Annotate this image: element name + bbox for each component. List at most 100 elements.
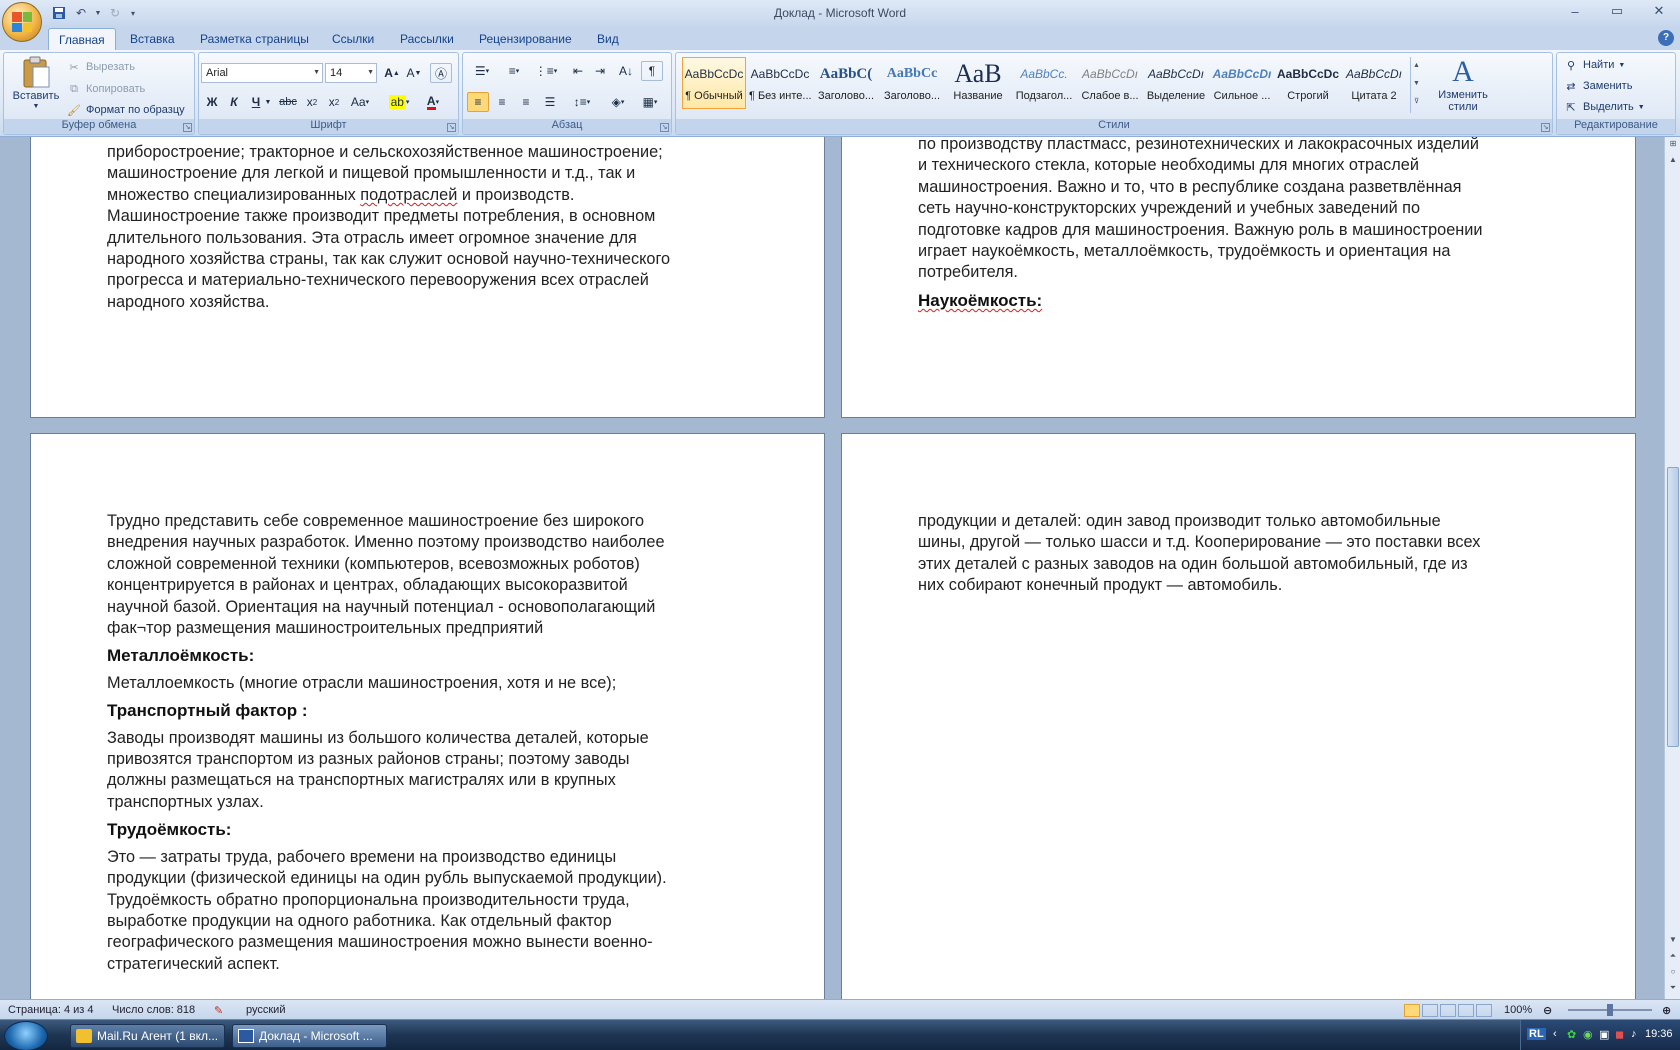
shrink-font-icon[interactable]: A ▼	[403, 63, 425, 83]
volume-icon[interactable]: ♪	[1631, 1028, 1637, 1040]
tab-insert[interactable]: Вставка	[120, 28, 185, 50]
multilevel-list-icon[interactable]: ⋮≡ ▾	[531, 61, 561, 81]
scroll-up-icon[interactable]: ▲	[1667, 155, 1679, 167]
page-indicator[interactable]: Страница: 4 из 4	[8, 1004, 94, 1016]
tray-expand-icon[interactable]: ‹	[1553, 1028, 1557, 1040]
clear-formatting-icon[interactable]: Ⓐ	[430, 63, 452, 83]
page-4[interactable]: продукции и деталей: один завод производ…	[841, 433, 1636, 999]
change-styles-button[interactable]: A Изменить стили	[1428, 55, 1498, 113]
tab-view[interactable]: Вид	[587, 28, 629, 50]
icq-icon[interactable]: ✿	[1567, 1028, 1576, 1041]
font-launcher-icon[interactable]: ↘	[447, 123, 456, 132]
cut-button[interactable]: ✂ Вырезать	[66, 59, 135, 75]
ruler-toggle-icon[interactable]: ⊞	[1667, 139, 1679, 151]
font-name-combo[interactable]: Arial ▼	[201, 63, 323, 83]
sort-icon[interactable]: A↓	[615, 61, 637, 81]
taskbar-item-mailru[interactable]: Mail.Ru Агент (1 вкл...	[70, 1024, 225, 1048]
font-color-icon[interactable]: A ▾	[419, 92, 447, 112]
help-icon[interactable]: ?	[1658, 30, 1674, 46]
style-heading-2[interactable]: AaBbCc Заголово...	[880, 57, 944, 109]
borders-icon[interactable]: ▦ ▾	[635, 92, 665, 112]
page-3[interactable]: Трудно представить себе современное маши…	[30, 433, 825, 999]
numbering-icon[interactable]: ≡ ▾	[499, 61, 529, 81]
scroll-thumb[interactable]	[1667, 467, 1679, 747]
scroll-down-icon[interactable]: ▼	[1667, 935, 1679, 947]
bold-icon[interactable]: Ж	[201, 92, 223, 112]
minimize-button[interactable]: –	[1554, 0, 1596, 22]
format-painter-button[interactable]: 🖌 Формат по образцу	[66, 102, 185, 118]
subscript-icon[interactable]: x2	[301, 92, 323, 112]
zoom-level[interactable]: 100%	[1504, 1004, 1532, 1016]
print-layout-view-icon[interactable]	[1404, 1004, 1420, 1017]
previous-page-icon[interactable]: ⏶	[1667, 951, 1679, 963]
style-quote-2[interactable]: AaBbCcDı Цитата 2	[1342, 57, 1406, 109]
tray-app-icon[interactable]: ◉	[1583, 1028, 1593, 1041]
zoom-in-icon[interactable]: ⊕	[1662, 1004, 1671, 1017]
language-tray-indicator[interactable]: RL	[1527, 1028, 1546, 1040]
font-size-combo[interactable]: 14 ▼	[325, 63, 377, 83]
word-count[interactable]: Число слов: 818	[112, 1004, 195, 1016]
style-intense-emphasis[interactable]: AaBbCcDı Сильное ...	[1210, 57, 1274, 109]
increase-indent-icon[interactable]: ⇥	[589, 61, 611, 81]
align-center-icon[interactable]: ≡	[491, 92, 513, 112]
strikethrough-icon[interactable]: abc	[277, 92, 299, 112]
replace-button[interactable]: ⇄ Заменить	[1563, 78, 1632, 94]
copy-button[interactable]: ⧉ Копировать	[66, 81, 145, 97]
grow-font-icon[interactable]: A ▲	[381, 63, 403, 83]
spelling-check-icon[interactable]: ✎	[214, 1004, 223, 1017]
styles-gallery-scroller[interactable]: ▲ ▼ ⊽	[1410, 57, 1422, 113]
maximize-button[interactable]: ▭	[1596, 0, 1638, 22]
style-no-spacing[interactable]: AaBbCcDc ¶ Без инте...	[748, 57, 812, 109]
paste-button[interactable]: Вставить ▼	[8, 55, 64, 110]
italic-icon[interactable]: К	[223, 92, 245, 112]
zoom-slider[interactable]	[1560, 1004, 1660, 1016]
draft-view-icon[interactable]	[1476, 1004, 1492, 1017]
paragraph-launcher-icon[interactable]: ↘	[660, 123, 669, 132]
vertical-scrollbar[interactable]: ⊞ ▲ ▼ ⏶ ○ ⏷	[1664, 137, 1680, 999]
style-strong[interactable]: AaBbCcDc Строгий	[1276, 57, 1340, 109]
underline-dropdown-icon[interactable]: ▼	[263, 92, 273, 112]
styles-scroll-down-icon[interactable]: ▼	[1411, 75, 1422, 93]
style-subtitle[interactable]: AaBbCc. Подзагол...	[1012, 57, 1076, 109]
select-browse-object-icon[interactable]: ○	[1667, 967, 1679, 979]
bullets-icon[interactable]: ☰ ▾	[467, 61, 497, 81]
document-area[interactable]: приборостроение; тракторное и сельскохоз…	[0, 137, 1664, 999]
styles-launcher-icon[interactable]: ↘	[1541, 123, 1550, 132]
style-subtle-emphasis[interactable]: AaBbCcDı Слабое в...	[1078, 57, 1142, 109]
start-button[interactable]	[4, 1021, 48, 1050]
line-spacing-icon[interactable]: ↕≡ ▾	[567, 92, 597, 112]
select-button[interactable]: ⇱ Выделить ▼	[1563, 99, 1644, 115]
justify-icon[interactable]: ☰	[539, 92, 561, 112]
office-button[interactable]	[2, 2, 42, 42]
tab-review[interactable]: Рецензирование	[469, 28, 582, 50]
align-left-icon[interactable]: ≡	[467, 92, 489, 112]
tab-references[interactable]: Ссылки	[322, 28, 384, 50]
superscript-icon[interactable]: x2	[323, 92, 345, 112]
style-emphasis[interactable]: AaBbCcDı Выделение	[1144, 57, 1208, 109]
align-right-icon[interactable]: ≡	[515, 92, 537, 112]
clock[interactable]: 19:36	[1645, 1028, 1673, 1040]
taskbar-item-word[interactable]: Доклад - Microsoft ...	[232, 1024, 387, 1048]
styles-scroll-up-icon[interactable]: ▲	[1411, 57, 1422, 75]
tray-alert-icon[interactable]: ◼	[1615, 1028, 1624, 1041]
language-indicator[interactable]: русский	[246, 1004, 285, 1016]
close-button[interactable]: ✕	[1638, 0, 1680, 22]
shading-icon[interactable]: ◈ ▾	[603, 92, 633, 112]
style-title[interactable]: АаВ Название	[946, 57, 1010, 109]
web-layout-icon[interactable]	[1440, 1004, 1456, 1017]
tab-mailings[interactable]: Рассылки	[390, 28, 464, 50]
show-marks-icon[interactable]: ¶	[641, 61, 663, 81]
page-1[interactable]: приборостроение; тракторное и сельскохоз…	[30, 137, 825, 418]
style-heading-1[interactable]: AaBbC( Заголово...	[814, 57, 878, 109]
find-button[interactable]: ⚲ Найти ▼	[1563, 57, 1625, 73]
page-2[interactable]: по производству пластмасс, резинотехниче…	[841, 137, 1636, 418]
style-normal[interactable]: AaBbCcDc ¶ Обычный	[682, 57, 746, 109]
zoom-knob[interactable]	[1607, 1004, 1613, 1016]
network-icon[interactable]: ▣	[1599, 1028, 1609, 1041]
full-screen-reading-icon[interactable]	[1422, 1004, 1438, 1017]
next-page-icon[interactable]: ⏷	[1667, 983, 1679, 995]
change-case-icon[interactable]: Aa ▾	[347, 92, 373, 112]
styles-more-icon[interactable]: ⊽	[1411, 93, 1422, 111]
tab-page-layout[interactable]: Разметка страницы	[190, 28, 319, 50]
tab-home[interactable]: Главная	[48, 28, 116, 50]
